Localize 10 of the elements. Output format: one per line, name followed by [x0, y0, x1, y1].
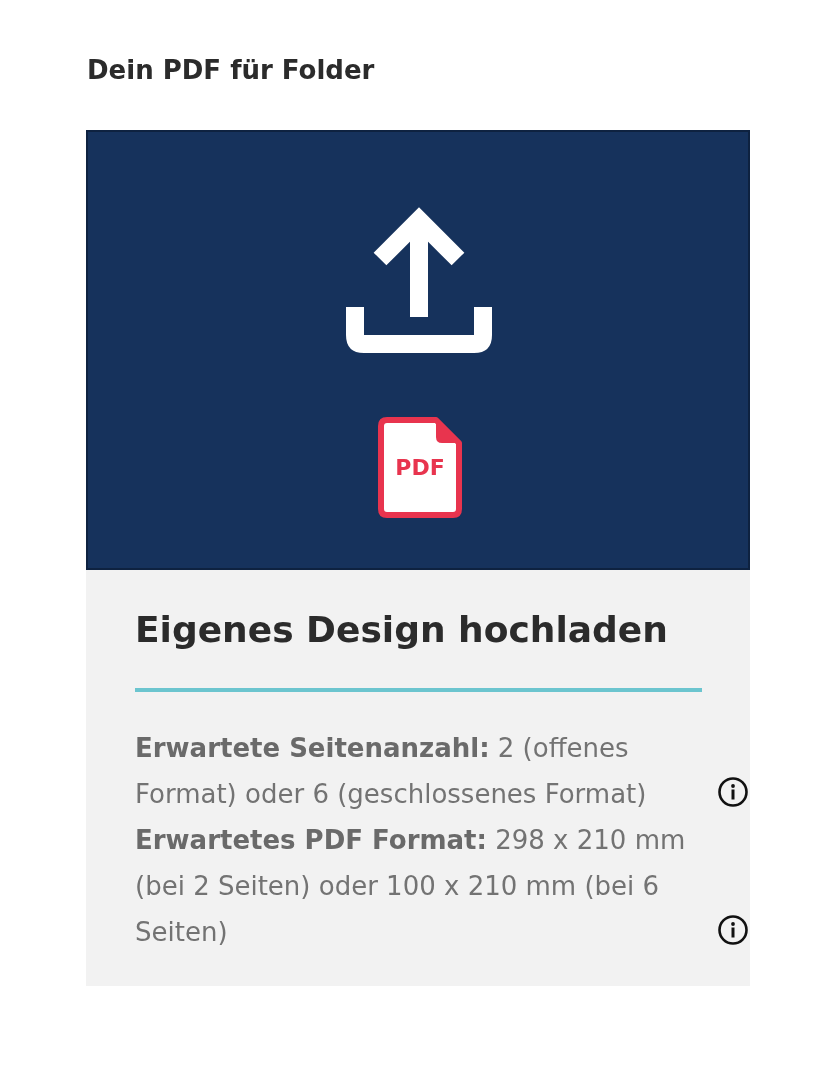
- upload-panel[interactable]: PDF: [86, 130, 750, 570]
- spec-text: Erwartetes PDF Format: 298 x 210 mm (bei 2 Seiten) oder 100 x 210 mm (bei 6 Seiten): [135, 824, 687, 949]
- section-heading: Dein PDF für Folder: [87, 54, 375, 87]
- file-type-label: PDF: [395, 455, 445, 481]
- info-icon[interactable]: [718, 777, 748, 807]
- spec-text: Erwartete Seitenanzahl: 2 (offenes Format) oder 6 (geschlossenes Format): [135, 732, 648, 811]
- info-icon[interactable]: [718, 915, 748, 945]
- card-title: Eigenes Design hochladen: [135, 608, 668, 652]
- document-icon: [378, 417, 462, 518]
- upload-icon: [346, 207, 492, 353]
